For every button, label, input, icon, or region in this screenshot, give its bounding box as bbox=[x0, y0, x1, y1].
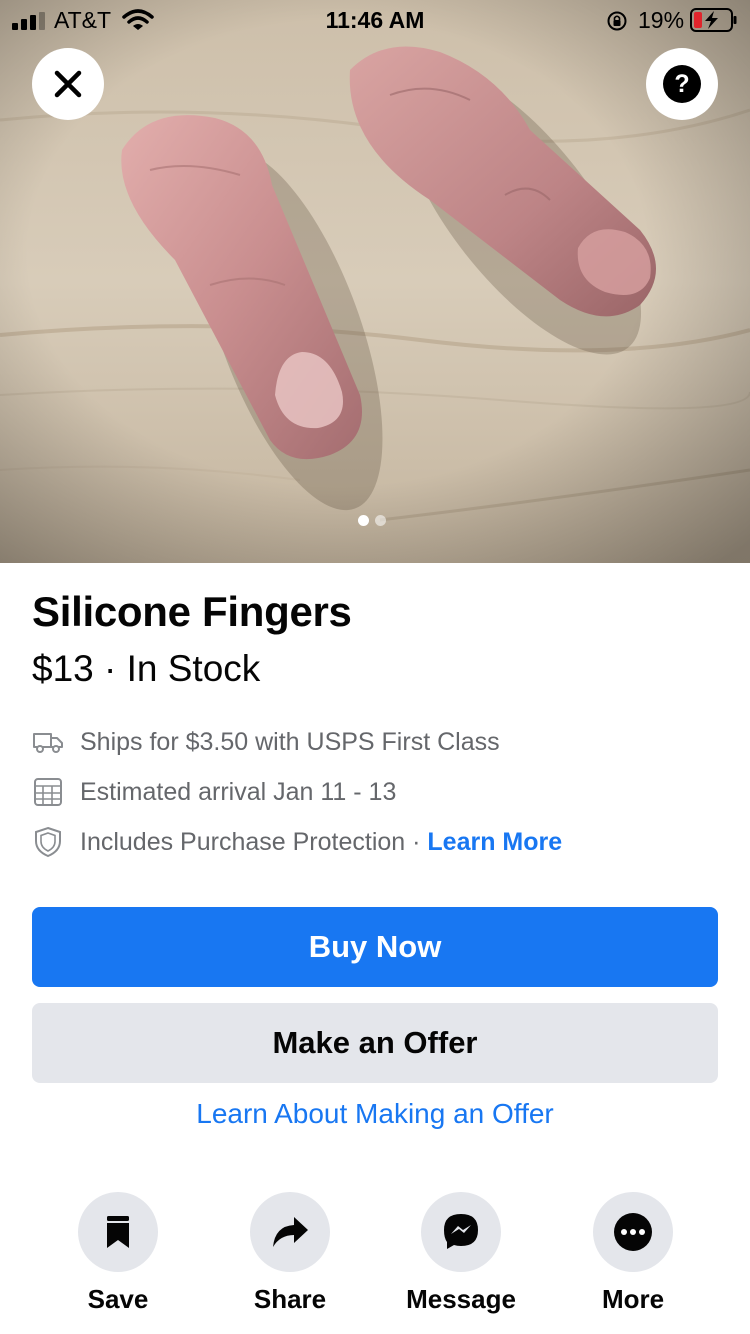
more-button[interactable] bbox=[593, 1192, 673, 1272]
protection-info: Includes Purchase Protection · Learn Mor… bbox=[32, 822, 562, 862]
status-bar: AT&T 11:46 AM 19% bbox=[0, 0, 750, 40]
photo-page-indicator bbox=[358, 515, 386, 526]
share-button[interactable] bbox=[250, 1192, 330, 1272]
orientation-lock-icon bbox=[607, 11, 627, 31]
product-image bbox=[0, 0, 750, 563]
learn-about-offer-link[interactable]: Learn About Making an Offer bbox=[0, 1098, 750, 1130]
message-action[interactable]: Message bbox=[391, 1192, 531, 1315]
save-label: Save bbox=[87, 1284, 149, 1314]
price-and-stock: $13 · In Stock bbox=[32, 648, 261, 689]
arrival-text: Estimated arrival Jan 11 - 13 bbox=[80, 777, 397, 806]
save-button[interactable] bbox=[78, 1192, 158, 1272]
close-button[interactable] bbox=[32, 48, 104, 120]
share-action[interactable]: Share bbox=[220, 1192, 360, 1315]
share-arrow-icon bbox=[273, 1217, 308, 1247]
bookmark-icon bbox=[107, 1216, 129, 1248]
buy-now-button[interactable]: Buy Now bbox=[32, 907, 718, 987]
more-dots-icon bbox=[614, 1213, 652, 1251]
more-action[interactable]: More bbox=[563, 1192, 703, 1315]
save-action[interactable]: Save bbox=[48, 1192, 188, 1315]
protection-text: Includes Purchase Protection · bbox=[80, 827, 428, 856]
page-dot-active[interactable] bbox=[358, 515, 369, 526]
close-icon bbox=[54, 70, 82, 98]
share-label: Share bbox=[253, 1284, 327, 1314]
shipping-info: Ships for $3.50 with USPS First Class bbox=[32, 722, 500, 762]
battery-charging-icon bbox=[690, 8, 737, 32]
learn-more-link[interactable]: Learn More bbox=[427, 828, 562, 857]
help-button[interactable]: ? bbox=[646, 48, 718, 120]
listing-title: Silicone Fingers bbox=[32, 588, 352, 635]
battery-percent: 19% bbox=[638, 7, 685, 33]
message-label: Message bbox=[406, 1284, 516, 1314]
product-photo[interactable]: AT&T 11:46 AM 19% ? bbox=[0, 0, 750, 563]
make-offer-button[interactable]: Make an Offer bbox=[32, 1003, 718, 1083]
page-dot[interactable] bbox=[375, 515, 386, 526]
calendar-icon bbox=[32, 776, 64, 808]
help-icon: ? bbox=[663, 65, 701, 103]
shield-icon bbox=[32, 826, 64, 858]
message-button[interactable] bbox=[421, 1192, 501, 1272]
arrival-info: Estimated arrival Jan 11 - 13 bbox=[32, 772, 396, 812]
shipping-text: Ships for $3.50 with USPS First Class bbox=[80, 727, 500, 756]
more-label: More bbox=[601, 1284, 665, 1314]
truck-icon bbox=[32, 726, 64, 758]
messenger-icon bbox=[444, 1214, 478, 1249]
